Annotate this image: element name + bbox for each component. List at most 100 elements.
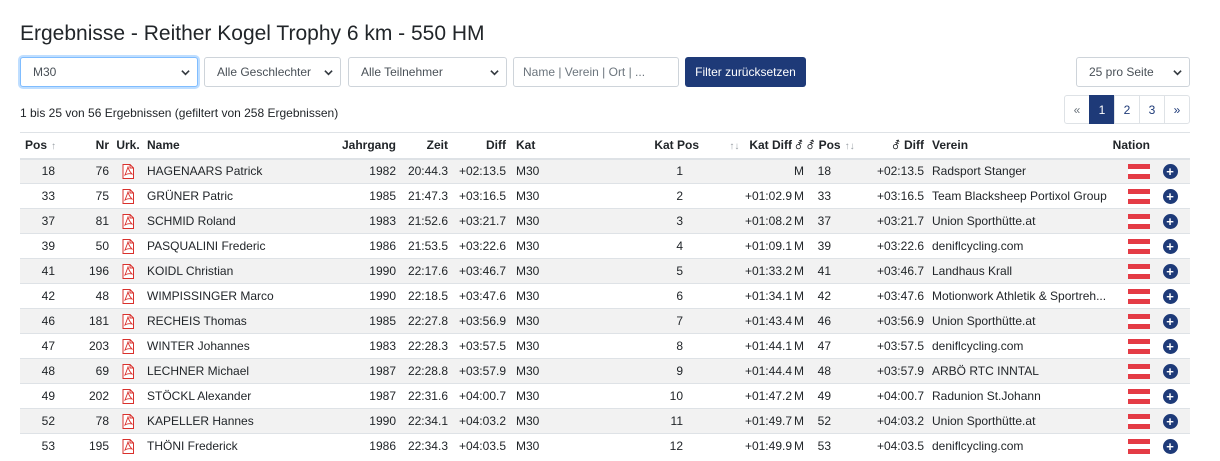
pdf-icon[interactable] bbox=[122, 213, 134, 229]
cell-pos: 47 bbox=[20, 333, 77, 359]
col-header-gender-pos[interactable]: ⚦ Pos ↑↓ bbox=[806, 132, 855, 160]
nation-cell bbox=[1110, 358, 1150, 384]
cell-verein: Radsport Stanger bbox=[924, 158, 1110, 184]
expand-plus-icon[interactable]: + bbox=[1162, 238, 1178, 254]
col-header-kat-diff[interactable]: ↑↓ Kat Diff bbox=[699, 132, 792, 160]
cell-jahrgang: 1987 bbox=[329, 358, 396, 384]
table-row[interactable]: 53 195 THÖNI Frederick 1986 22:34.3 +04:03.5 M… bbox=[20, 433, 1190, 459]
col-header-nation[interactable]: Nation bbox=[1110, 132, 1150, 160]
pagination-prev[interactable]: « bbox=[1064, 95, 1090, 124]
expand-plus-icon[interactable]: + bbox=[1162, 213, 1178, 229]
cell-kat-diff: +01:44.4 bbox=[699, 358, 792, 384]
flag-austria-icon bbox=[1128, 413, 1150, 429]
cell-g-pos: 46 bbox=[806, 308, 853, 334]
pdf-icon[interactable] bbox=[122, 313, 134, 329]
expand-plus-icon[interactable]: + bbox=[1162, 263, 1178, 279]
col-header-name[interactable]: Name bbox=[147, 132, 329, 160]
pdf-icon[interactable] bbox=[122, 188, 134, 204]
cell-nr: 78 bbox=[77, 408, 109, 434]
col-header-pos[interactable]: Pos ↑ bbox=[20, 132, 77, 160]
cell-zeit: 21:52.6 bbox=[396, 208, 448, 234]
expand-plus-icon[interactable]: + bbox=[1162, 363, 1178, 379]
pdf-icon[interactable] bbox=[122, 338, 134, 354]
pdf-icon[interactable] bbox=[122, 288, 134, 304]
expand-plus-icon[interactable]: + bbox=[1162, 413, 1178, 429]
cell-diff: +03:47.6 bbox=[448, 283, 506, 309]
cell-zeit: 22:17.6 bbox=[396, 258, 448, 284]
col-header-zeit[interactable]: Zeit bbox=[396, 132, 448, 160]
table-row[interactable]: 37 81 SCHMID Roland 1983 21:52.6 +03:21.7 M30 3… bbox=[20, 208, 1190, 234]
pdf-icon[interactable] bbox=[122, 363, 134, 379]
expand-plus-icon[interactable]: + bbox=[1162, 288, 1178, 304]
table-row[interactable]: 47 203 WINTER Johannes 1983 22:28.3 +03:57.5 M… bbox=[20, 333, 1190, 359]
table-row[interactable]: 46 181 RECHEIS Thomas 1985 22:27.8 +03:56.9 M3… bbox=[20, 308, 1190, 334]
gender-select[interactable]: Alle Geschlechter bbox=[204, 57, 341, 87]
cell-g-diff: +04:00.7 bbox=[853, 383, 924, 409]
cell-nr: 203 bbox=[77, 333, 109, 359]
expand-plus-icon[interactable]: + bbox=[1162, 163, 1178, 179]
pdf-icon[interactable] bbox=[122, 438, 134, 454]
pdf-icon[interactable] bbox=[122, 238, 134, 254]
table-row[interactable]: 52 78 KAPELLER Hannes 1990 22:34.1 +04:03.2 M3… bbox=[20, 408, 1190, 434]
col-header-jahrgang[interactable]: Jahrgang bbox=[329, 132, 396, 160]
expand-plus-icon[interactable]: + bbox=[1162, 188, 1178, 204]
pagination-page-1[interactable]: 1 bbox=[1089, 95, 1115, 124]
col-header-kat-pos[interactable]: Kat Pos bbox=[639, 132, 699, 160]
col-header-diff[interactable]: Diff bbox=[448, 132, 506, 160]
cell-kat: M30 bbox=[506, 258, 639, 284]
table-row[interactable]: 42 48 WIMPISSINGER Marco 1990 22:18.5 +03:47.… bbox=[20, 283, 1190, 309]
pdf-icon[interactable] bbox=[122, 413, 134, 429]
col-header-nr[interactable]: Nr bbox=[77, 132, 109, 160]
details-cell: + bbox=[1150, 208, 1190, 234]
certificate-cell bbox=[109, 383, 147, 409]
col-header-gender[interactable]: ⚦ bbox=[792, 132, 806, 160]
table-row[interactable]: 49 202 STÖCKL Alexander 1987 22:31.6 +04:00.7… bbox=[20, 383, 1190, 409]
details-cell: + bbox=[1150, 233, 1190, 259]
participant-select[interactable]: Alle Teilnehmer bbox=[348, 57, 507, 87]
col-header-urk[interactable]: Urk. bbox=[109, 132, 147, 160]
table-row[interactable]: 39 50 PASQUALINI Frederic 1986 21:53.5 +03:22… bbox=[20, 233, 1190, 259]
pdf-icon[interactable] bbox=[122, 263, 134, 279]
search-input[interactable] bbox=[513, 57, 679, 87]
nation-cell bbox=[1110, 408, 1150, 434]
per-page-select[interactable]: 25 pro Seite bbox=[1076, 57, 1190, 87]
cell-diff: +03:21.7 bbox=[448, 208, 506, 234]
cell-kat: M30 bbox=[506, 308, 639, 334]
table-row[interactable]: 18 76 HAGENAARS Patrick 1982 20:44.3 +02:13.5… bbox=[20, 158, 1190, 184]
cell-name: KOIDL Christian bbox=[147, 258, 329, 284]
table-row[interactable]: 33 75 GRÜNER Patric 1985 21:47.3 +03:16.5 M30 2… bbox=[20, 183, 1190, 209]
cell-nr: 81 bbox=[77, 208, 109, 234]
flag-austria-icon bbox=[1128, 213, 1150, 229]
pagination-page-2[interactable]: 2 bbox=[1114, 95, 1140, 124]
cell-pos: 39 bbox=[20, 233, 77, 259]
category-select[interactable]: M30 bbox=[20, 57, 198, 87]
cell-jahrgang: 1990 bbox=[329, 408, 396, 434]
table-row[interactable]: 41 196 KOIDL Christian 1990 22:17.6 +03:46.7 M… bbox=[20, 258, 1190, 284]
expand-plus-icon[interactable]: + bbox=[1162, 388, 1178, 404]
pagination-next[interactable]: » bbox=[1164, 95, 1190, 124]
table-row[interactable]: 48 69 LECHNER Michael 1987 22:28.8 +03:57.9 M3… bbox=[20, 358, 1190, 384]
pagination-page-3[interactable]: 3 bbox=[1139, 95, 1165, 124]
flag-austria-icon bbox=[1128, 438, 1150, 454]
col-header-kat[interactable]: Kat bbox=[506, 132, 639, 160]
expand-plus-icon[interactable]: + bbox=[1162, 313, 1178, 329]
col-header-verein[interactable]: Verein bbox=[924, 132, 1110, 160]
details-cell: + bbox=[1150, 358, 1190, 384]
col-header-gender-diff[interactable]: ⚦ Diff bbox=[853, 132, 924, 160]
cell-kat: M30 bbox=[506, 208, 639, 234]
expand-plus-icon[interactable]: + bbox=[1162, 338, 1178, 354]
cell-name: KAPELLER Hannes bbox=[147, 408, 329, 434]
cell-g: M bbox=[792, 358, 806, 384]
pdf-icon[interactable] bbox=[122, 388, 134, 404]
reset-filter-button[interactable]: Filter zurücksetzen bbox=[685, 57, 806, 87]
sort-icon: ↑↓ bbox=[844, 141, 855, 153]
cell-nr: 69 bbox=[77, 358, 109, 384]
cell-g: M bbox=[792, 233, 806, 259]
cell-verein: Union Sporthütte.at bbox=[924, 408, 1110, 434]
flag-austria-icon bbox=[1128, 238, 1150, 254]
cell-g: M bbox=[792, 308, 806, 334]
pdf-icon[interactable] bbox=[122, 163, 134, 179]
cell-zeit: 20:44.3 bbox=[396, 158, 448, 184]
cell-kat-pos: 3 bbox=[639, 208, 699, 234]
expand-plus-icon[interactable]: + bbox=[1162, 438, 1178, 454]
